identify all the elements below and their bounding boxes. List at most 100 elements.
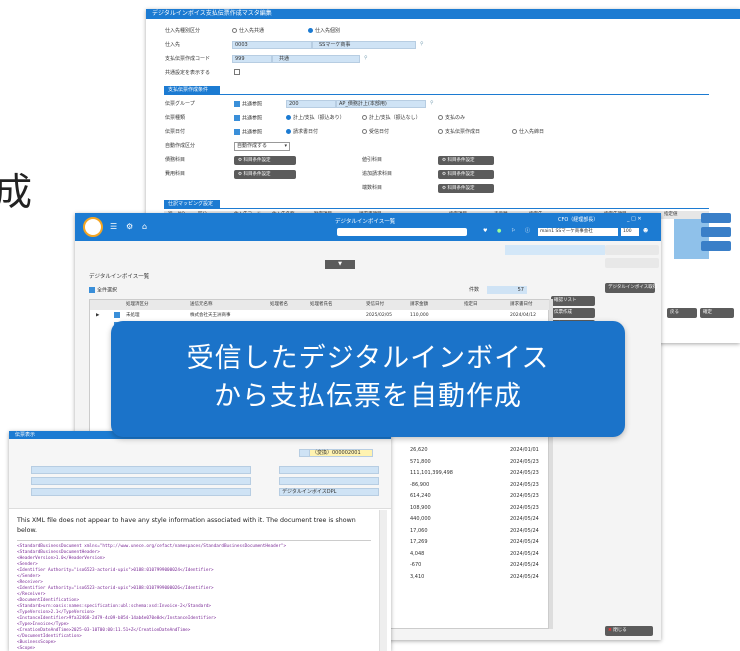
mapping-up-button[interactable] [701, 227, 731, 237]
voucher-group-common-checkbox[interactable]: 共通参照 [234, 101, 262, 109]
radio-selected-icon [308, 28, 313, 33]
voucher-xml-window: 伝票表示 1 （変換）000002001 デジタルインボイスDPL This X… [9, 431, 391, 651]
show-common-checkbox[interactable] [234, 69, 242, 77]
back-button[interactable]: 戻る [667, 308, 697, 318]
xml-scrollbar[interactable] [379, 510, 387, 651]
voucher-row-3 [31, 488, 251, 496]
banner-line-1: 受信したデジタルインボイス [186, 343, 550, 374]
debt-account-condition-button[interactable]: ⚙ 科目条件設定 [234, 156, 296, 165]
supplier-label: 仕入先 [165, 42, 181, 48]
section-divider [164, 208, 709, 209]
confirm-button[interactable]: 確定 [700, 308, 734, 318]
voucher-row-2 [31, 477, 251, 485]
user-icon[interactable]: ☻ [643, 228, 648, 235]
supplier-name-field: SSマーケ商事 [312, 41, 416, 49]
show-common-label: 共通設定を表示する [165, 70, 211, 76]
confirm-list-button[interactable]: 確認リスト [551, 296, 595, 306]
heart-icon[interactable]: ♥ [483, 228, 487, 235]
auto-create-label: 自動作成区分 [165, 143, 196, 149]
fetch-invoice-button[interactable]: デジタルインボイス取得 [605, 283, 657, 293]
row-arrow-icon: ▶ [96, 313, 100, 318]
supplier-code-field[interactable]: 0003 [232, 41, 312, 49]
auto-create-select[interactable]: 自動作成する ▾ [234, 142, 290, 151]
radio-icon [438, 129, 443, 134]
supplier-individual-radio[interactable]: 仕入先個別 [308, 28, 340, 35]
search-icon[interactable]: ⚲ [420, 41, 424, 48]
select-all-checkbox[interactable]: 全件選択 [89, 287, 117, 295]
voucher-date-label: 伝票日付 [165, 129, 186, 135]
expense-account-label: 費用科目 [165, 171, 186, 177]
background-heading-fragment: 成 [0, 170, 33, 214]
checkbox-checked-icon [89, 287, 95, 293]
voucher-date-option-2[interactable]: 受信日付 [362, 129, 389, 136]
zoom-select[interactable]: 100 [621, 228, 639, 236]
section-divider [164, 94, 709, 95]
radio-selected-icon [286, 115, 291, 120]
supplier-common-radio[interactable]: 仕入先共通 [232, 28, 264, 35]
count-label: 件数 [469, 287, 480, 293]
invoice-table-header: 処理済区分 送信元名称 処理者名 処理者氏名 受信日付 請求金額 指定日 請求書… [90, 300, 550, 310]
user-name: CFO（経理部長） [558, 217, 599, 223]
mapping-row-highlight [674, 219, 709, 259]
detail-search-button[interactable] [605, 258, 659, 268]
menu-icon[interactable]: ☰ [110, 223, 117, 231]
company-select[interactable]: main1 SSマーケ商事会社 [538, 228, 618, 236]
section-payment-conditions: 支払伝票作成条件 [164, 86, 220, 94]
search-icon[interactable]: ⚲ [430, 100, 434, 107]
table-row[interactable]: ▶ 未処理 株式会社天王洲商事 2025/02/05 110,000 2024/… [90, 311, 550, 320]
list-blue-bar [505, 245, 605, 255]
extra-charge-condition-button[interactable]: ⚙ 科目条件設定 [438, 170, 494, 179]
voucher-type-label: 伝票種類 [165, 115, 186, 121]
voucher-date-common-checkbox[interactable]: 共通参照 [234, 129, 262, 137]
voucher-type-option-2[interactable]: 計上/支払（振込なし） [362, 115, 421, 122]
voucher-row-1 [31, 466, 251, 474]
supplier-type-label: 仕入先種別区分 [165, 28, 201, 34]
checkbox-checked-icon [234, 129, 240, 135]
xml-style-message: This XML file does not appear to have an… [17, 517, 356, 534]
list-window-title: デジタルインボイス一覧 [335, 219, 396, 225]
app-logo-icon[interactable] [83, 217, 103, 237]
feature-banner: 受信したデジタルインボイス から支払伝票を自動作成 [111, 321, 625, 437]
extra-charge-account-label: 追加請求科目 [362, 171, 393, 177]
count-value: 57 [487, 286, 527, 294]
tag-icon[interactable]: ⚐ [511, 228, 515, 235]
voucher-date-option-4[interactable]: 仕入先締日 [512, 129, 544, 136]
collapse-toggle-button[interactable]: ▼ [325, 260, 355, 269]
voucher-type-option-3[interactable]: 支払のみ [438, 115, 465, 122]
status-icon[interactable]: ● [497, 228, 501, 235]
info-icon[interactable]: ⓘ [525, 228, 530, 235]
create-voucher-button[interactable]: 伝票作成 [551, 308, 595, 318]
voucher-right-row-3: デジタルインボイスDPL [279, 488, 379, 496]
voucher-group-name-field: AP_債務計上(本部用) [336, 100, 426, 108]
radio-icon [438, 115, 443, 120]
radio-selected-icon [286, 129, 291, 134]
voucher-type-common-checkbox[interactable]: 共通参照 [234, 115, 262, 123]
home-icon[interactable]: ⌂ [142, 223, 147, 231]
voucher-type-option-1[interactable]: 計上/支払（振込あり） [286, 115, 345, 122]
rounding-condition-button[interactable]: ⚙ 科目条件設定 [438, 184, 494, 193]
discount-account-condition-button[interactable]: ⚙ 科目条件設定 [438, 156, 494, 165]
personal-settings-button[interactable] [605, 245, 659, 255]
close-button[interactable]: ✖ 閉じる [605, 626, 653, 636]
discount-account-label: 値引科目 [362, 157, 383, 163]
radio-icon [232, 28, 237, 33]
voucher-group-label: 伝票グループ [165, 101, 195, 107]
expense-account-condition-button[interactable]: ⚙ 科目条件設定 [234, 170, 296, 179]
window-controls[interactable]: _ □ ✕ [627, 216, 642, 223]
payment-code-field[interactable]: 999 [232, 55, 272, 63]
radio-icon [512, 129, 517, 134]
mapping-copy-button[interactable] [701, 241, 731, 251]
checkbox-checked-icon [234, 115, 240, 121]
voucher-right-row-2 [279, 477, 379, 485]
search-icon[interactable]: ⚲ [364, 55, 368, 62]
voucher-date-option-3[interactable]: 支払伝票作成日 [438, 129, 480, 136]
header-search-bar[interactable] [337, 228, 467, 236]
voucher-date-option-1[interactable]: 請求書日付 [286, 129, 318, 136]
debt-account-label: 債務科目 [165, 157, 186, 163]
settings-icon[interactable]: ⚙ [126, 223, 133, 231]
voucher-conversion-field[interactable]: （変換）000002001 [309, 449, 373, 457]
voucher-group-code-field[interactable]: 200 [286, 100, 336, 108]
mapping-add-button[interactable] [701, 213, 731, 223]
payment-code-label: 支払伝票作成コード [165, 56, 211, 62]
checkbox-checked-icon[interactable] [114, 312, 120, 318]
